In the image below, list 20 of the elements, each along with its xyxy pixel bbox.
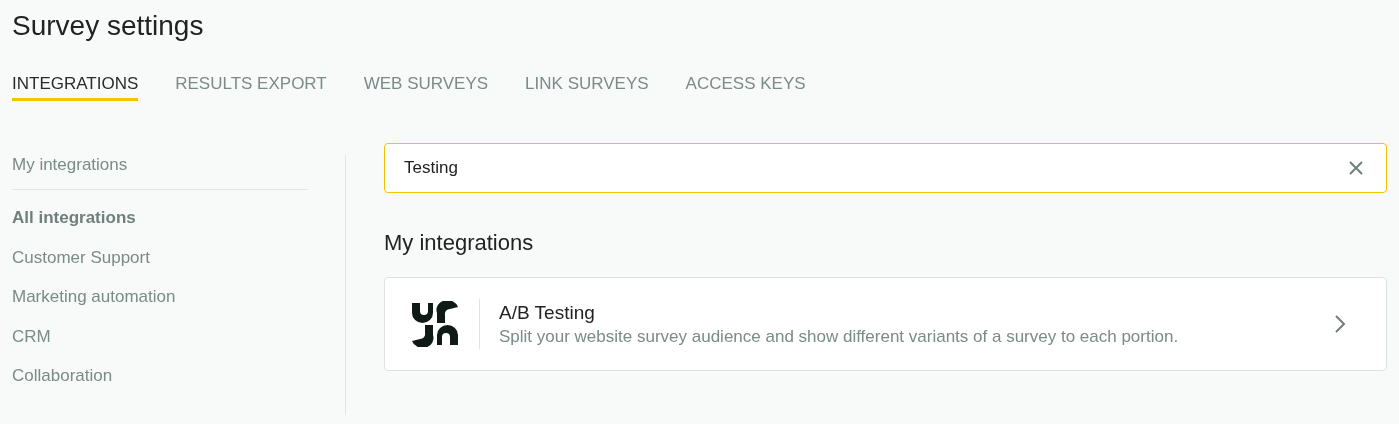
tab[interactable]: WEB SURVEYS: [363, 74, 489, 101]
sidebar-item[interactable]: All integrations: [12, 208, 308, 228]
section-title: My integrations: [384, 230, 535, 256]
close-icon[interactable]: [1349, 161, 1363, 175]
sidebar-item[interactable]: Collaboration: [12, 366, 308, 386]
sidebar-item[interactable]: My integrations: [12, 155, 308, 175]
sidebar-item[interactable]: CRM: [12, 326, 308, 347]
tab[interactable]: RESULTS EXPORT: [175, 74, 327, 101]
sidebar-item[interactable]: Customer Support: [12, 247, 308, 268]
search-field[interactable]: Testing: [384, 143, 1387, 193]
logo-icon: [412, 301, 458, 347]
tab[interactable]: ACCESS KEYS: [685, 74, 806, 101]
tab[interactable]: INTEGRATIONS: [12, 74, 139, 101]
chevron-right-icon[interactable]: [1334, 314, 1346, 334]
tab[interactable]: LINK SURVEYS: [525, 74, 649, 101]
integration-card[interactable]: A/B Testing Split your website survey audience and show different variants of a survey to each portion.: [384, 277, 1387, 371]
integration-description: Split your website survey audience and show different variants of a survey to each portion.: [499, 326, 1180, 347]
page-title: Survey settings: [12, 9, 205, 43]
integration-name: A/B Testing: [499, 301, 596, 324]
sidebar-item[interactable]: Marketing automation: [12, 287, 308, 307]
